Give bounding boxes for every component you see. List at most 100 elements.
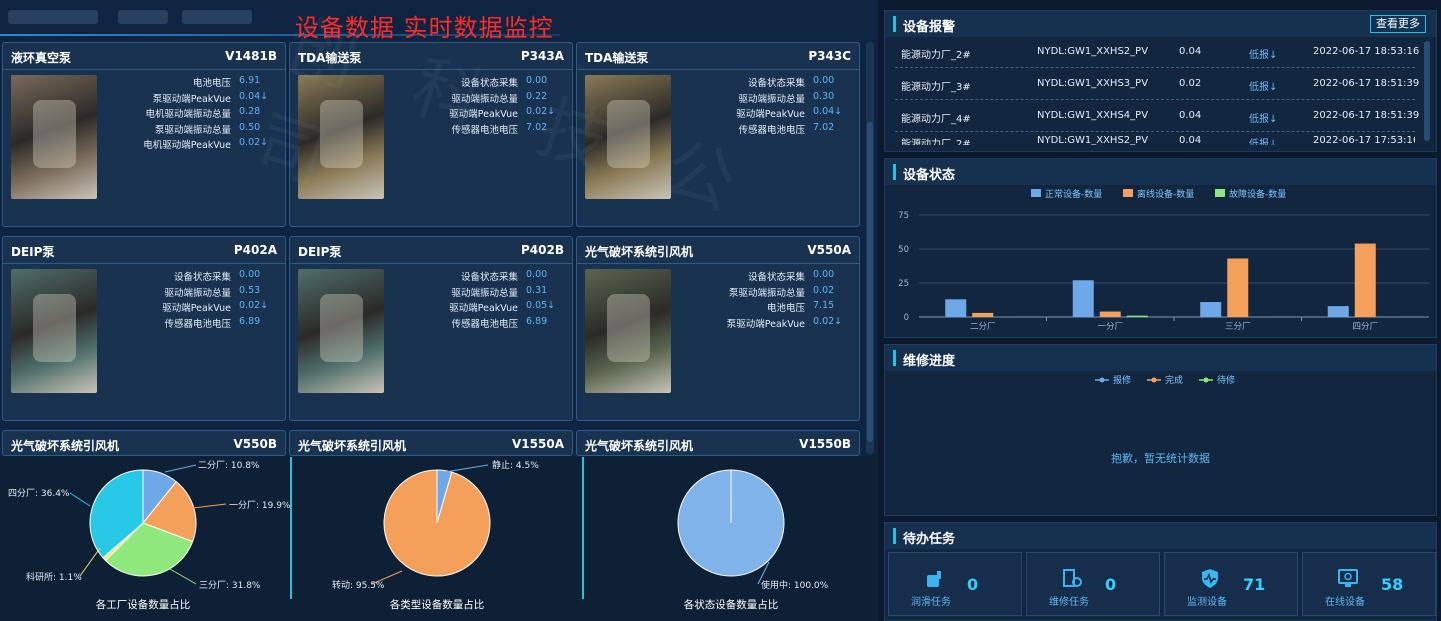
- param-row: 设备状态采集 0.00: [677, 75, 855, 91]
- device-card-header: TDA输送泵 P343A: [290, 43, 572, 70]
- alarm-row[interactable]: 能源动力厂_4# NYDL:GW1_XXHS4_PV 0.04 低报↓ 2022-06-…: [895, 101, 1419, 132]
- param-value: 0.02↓: [239, 137, 269, 148]
- view-more-button[interactable]: 查看更多: [1370, 15, 1426, 33]
- panel-marker: [893, 350, 896, 366]
- alarm-panel-header: 设备报警 查看更多: [885, 11, 1436, 37]
- task-tile[interactable]: 维修任务 0: [1026, 552, 1160, 616]
- alarm-row[interactable]: 能源动力厂_2# NYDL:GW1_XXHS2_PV 0.04 低报↓ 2022-06-…: [895, 133, 1415, 145]
- param-row: 泵驱动端振动总量 0.50: [103, 122, 281, 138]
- param-label: 传感器电池电压: [451, 124, 518, 136]
- param-value: 0.04↓: [239, 90, 269, 102]
- param-value: 7.02: [813, 121, 835, 133]
- device-card-header: DEIP泵 P402B: [290, 237, 572, 264]
- param-label: 驱动端振动总量: [738, 93, 805, 105]
- param-label: 传感器电池电压: [451, 318, 518, 330]
- param-label: 设备状态采集: [173, 272, 231, 283]
- pie-leader-line: [444, 464, 489, 473]
- device-code: V1481B: [225, 49, 277, 63]
- status-panel-title: 设备状态: [903, 168, 956, 183]
- device-code: V1550A: [512, 437, 564, 451]
- device-card[interactable]: DEIP泵 P402A 设备状态采集 0.00 驱动端振动总量 0.53 驱动端PeakVu…: [2, 236, 286, 421]
- alarm-time: 2022-06-17 18:51:39: [1313, 78, 1420, 89]
- param-value: 0.00: [813, 269, 835, 280]
- param-label: 泵驱动端PeakVue: [726, 318, 805, 330]
- alarm-source: 能源动力厂_2#: [901, 50, 971, 61]
- pie-slice-label: 一分厂: 19.9%: [229, 500, 290, 511]
- alarm-scrollbar[interactable]: [1424, 41, 1430, 141]
- param-label: 泵驱动端PeakVue: [152, 93, 231, 105]
- repair-panel-title: 维修进度: [903, 354, 956, 369]
- param-label: 电池电压: [766, 303, 805, 314]
- task-count: 71: [1243, 575, 1266, 594]
- repair-empty-text: 抱歉，暂无统计数据: [1111, 452, 1210, 465]
- device-card[interactable]: TDA输送泵 P343C 设备状态采集 0.00 驱动端振动总量 0.30 驱动端PeakV…: [576, 42, 860, 227]
- device-card[interactable]: TDA输送泵 P343A 设备状态采集 0.00 驱动端振动总量 0.22 驱动端PeakV…: [289, 42, 573, 227]
- param-row: 电池电压 6.91: [103, 75, 281, 91]
- alarm-row[interactable]: 能源动力厂_2# NYDL:GW1_XXHS2_PV 0.04 低报↓ 2022-06-…: [895, 37, 1419, 68]
- legend-label: 完成: [1165, 374, 1183, 386]
- param-value: 0.00: [526, 75, 548, 86]
- device-card-header: DEIP泵 P402A: [3, 237, 285, 264]
- pie-leader-line: [169, 568, 197, 585]
- param-label: 驱动端振动总量: [451, 287, 518, 299]
- param-label: 驱动端PeakVue: [449, 303, 518, 314]
- bar: [1227, 258, 1249, 317]
- param-row: 驱动端PeakVue 0.02↓: [103, 300, 281, 316]
- pie-chart: 静止: 4.5% 转动: 95.5% 各类型设备数量占比: [332, 459, 539, 611]
- pie-slice-label: 四分厂: 36.4%: [8, 488, 70, 499]
- alarm-tag: NYDL:GW1_XXHS2_PV: [1037, 135, 1149, 145]
- device-name: TDA输送泵: [585, 51, 649, 65]
- repair-legend: 报修 完成 待修: [1095, 374, 1235, 386]
- alarm-time: 2022-06-17 18:53:16: [1313, 46, 1420, 57]
- alarm-time: 2022-06-17 17:53:16: [1313, 135, 1415, 145]
- device-card[interactable]: 光气破坏系统引风机 V550A 设备状态采集 0.00 泵驱动端振动总量 0.02 电池电压…: [576, 236, 860, 421]
- y-tick-label: 75: [898, 211, 909, 221]
- bar: [1072, 280, 1094, 317]
- x-tick-label: 二分厂: [970, 322, 996, 332]
- alarm-level: 低报↓: [1249, 82, 1278, 93]
- device-card-header: 光气破坏系统引风机 V1550B: [577, 431, 859, 458]
- alarm-time: 2022-06-17 18:51:39: [1313, 110, 1420, 121]
- task-tile[interactable]: 润滑任务 0: [888, 552, 1022, 616]
- tasks-panel-title: 待办任务: [903, 532, 956, 547]
- device-photo: [11, 75, 97, 199]
- param-label: 电机驱动端PeakVue: [143, 140, 231, 151]
- device-card[interactable]: 液环真空泵 V1481B 电池电压 6.91 泵驱动端PeakVue 0.04↓ 电机驱动端…: [2, 42, 286, 227]
- task-tile[interactable]: 监测设备 71: [1164, 552, 1298, 616]
- param-value: 6.89: [239, 315, 261, 327]
- device-code: P343C: [808, 49, 851, 63]
- device-card-header: 光气破坏系统引风机 V550A: [577, 237, 859, 264]
- device-name: TDA输送泵: [298, 51, 362, 65]
- param-value: 0.00: [239, 269, 261, 280]
- blurred-text: [118, 10, 168, 24]
- left-area: 设备数据 实时数据监控 液环真空泵 V1481B 电池电压 6.91 泵驱动端PeakV…: [0, 0, 878, 621]
- card-grid-scrollbar[interactable]: [866, 42, 874, 454]
- device-code: P343A: [520, 49, 564, 63]
- param-row: 泵驱动端PeakVue 0.04↓: [103, 91, 281, 107]
- legend-label: 待修: [1217, 374, 1235, 386]
- status-panel: 设备状态 正常设备-数量 离线设备-数量 故障设备-数量 0 25 50 75 二分厂 一分厂 三…: [884, 158, 1437, 338]
- task-tile[interactable]: 在线设备 58: [1302, 552, 1436, 616]
- param-value: 0.28: [239, 106, 261, 117]
- param-label: 驱动端振动总量: [451, 93, 518, 105]
- device-photo-detail: [32, 293, 76, 362]
- alarm-row[interactable]: 能源动力厂_3# NYDL:GW1_XXHS3_PV 0.02 低报↓ 2022-06-…: [895, 69, 1419, 100]
- pie-chart: 二分厂: 10.8% 一分厂: 19.9% 三分厂: 31.8% 科研所: 1.1% 四…: [8, 460, 290, 611]
- page-title: 设备数据 实时数据监控: [295, 14, 554, 42]
- device-code: P402B: [521, 243, 564, 257]
- device-card[interactable]: DEIP泵 P402B 设备状态采集 0.00 驱动端振动总量 0.31 驱动端PeakVu…: [289, 236, 573, 421]
- scrollbar-thumb[interactable]: [867, 122, 873, 442]
- bar: [1126, 315, 1148, 317]
- param-row: 泵驱动端PeakVue 0.02↓: [677, 316, 855, 332]
- legend-dot: [1151, 377, 1157, 383]
- device-photo-detail: [606, 99, 650, 168]
- param-row: 驱动端振动总量 0.22: [390, 91, 568, 107]
- param-row: 电机驱动端PeakVue 0.02↓: [103, 137, 281, 153]
- device-card[interactable]: 光气破坏系统引风机 V550B: [2, 430, 286, 458]
- pie-slice[interactable]: [383, 469, 491, 577]
- device-card[interactable]: 光气破坏系统引风机 V1550B: [576, 430, 860, 458]
- alarm-tag: NYDL:GW1_XXHS3_PV: [1037, 78, 1149, 89]
- device-card[interactable]: 光气破坏系统引风机 V1550A: [289, 430, 573, 458]
- param-label: 电池电压: [192, 78, 231, 89]
- param-label: 泵驱动端振动总量: [728, 287, 805, 299]
